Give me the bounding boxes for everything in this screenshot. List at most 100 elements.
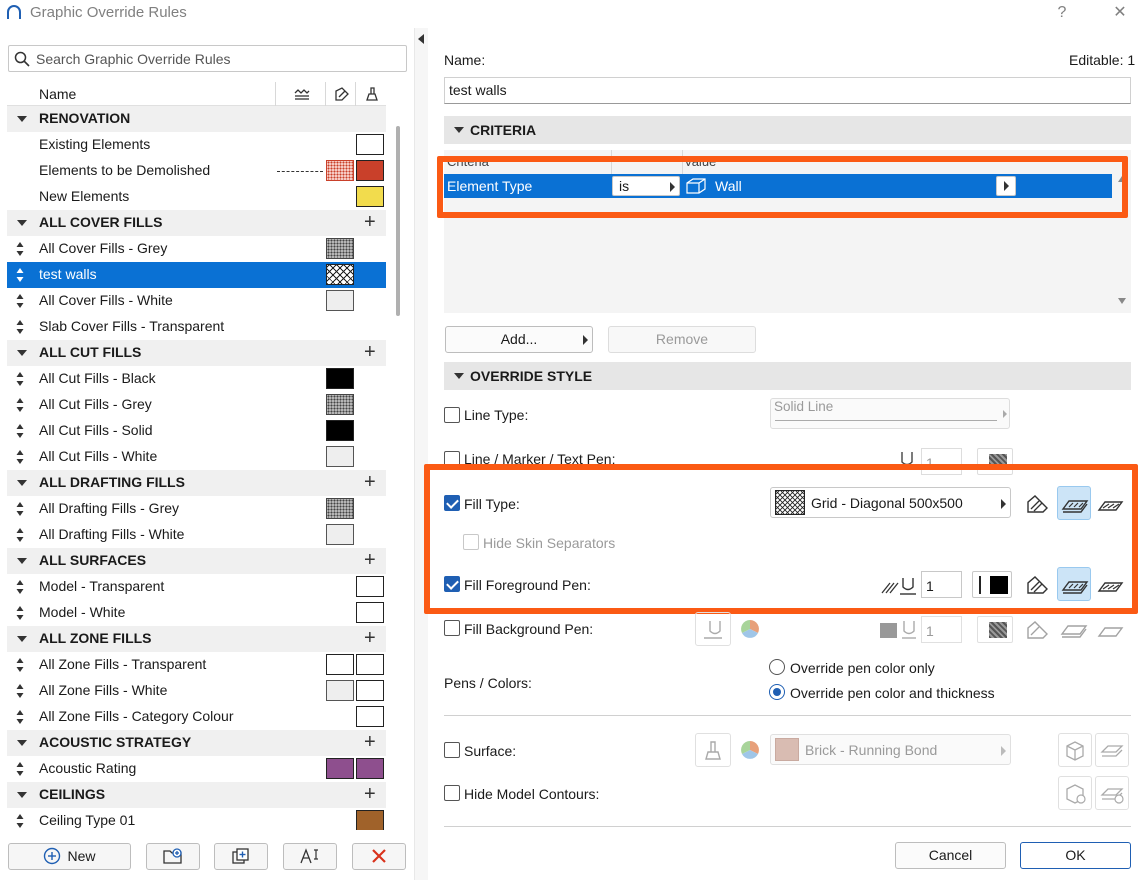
drafting-fill-icon[interactable] [1093,612,1127,646]
rule-row[interactable]: Elements to be Demolished [7,158,386,184]
light-swatch[interactable] [326,446,354,467]
drag-reorder-icon[interactable] [16,501,24,517]
drag-reorder-icon[interactable] [16,605,24,621]
new-rule-button[interactable]: New [8,843,131,870]
red-swatch[interactable] [356,160,384,181]
search-box[interactable] [8,45,407,72]
add-criteria-button[interactable]: Add... [445,326,593,353]
drag-reorder-icon[interactable] [16,683,24,699]
add-rule-plus-icon[interactable]: + [364,783,376,805]
drag-reorder-icon[interactable] [16,527,24,543]
rule-row[interactable]: All Drafting Fills - Grey [7,496,386,522]
new-folder-button[interactable] [146,843,200,870]
drag-reorder-icon[interactable] [16,579,24,595]
black-swatch[interactable] [326,420,354,441]
white-swatch[interactable] [356,654,384,675]
line-type-checkbox[interactable] [444,407,460,423]
purple-swatch[interactable] [356,758,384,779]
rule-group-row[interactable]: + ALL SURFACES [7,548,386,574]
column-header-name[interactable]: Name [39,86,76,102]
rule-group-row[interactable]: + ACOUSTIC STRATEGY [7,730,386,756]
white-swatch[interactable] [326,654,354,675]
light-swatch[interactable] [326,680,354,701]
surface-checkbox[interactable] [444,742,460,758]
rule-row[interactable]: Slab Cover Fills - Transparent [7,314,386,340]
rule-row[interactable]: All Cover Fills - Grey [7,236,386,262]
white-swatch[interactable] [356,576,384,597]
grey-dots-swatch[interactable] [326,238,354,259]
drag-reorder-icon[interactable] [16,449,24,465]
surface-column-icon[interactable] [363,85,381,103]
color-wheel-icon[interactable] [740,740,760,760]
override-color-only-radio[interactable] [769,659,785,675]
drag-reorder-icon[interactable] [16,267,24,283]
collapse-triangle-icon[interactable] [17,350,27,356]
override-style-column-icon[interactable] [333,85,351,103]
hide-model-contours-checkbox[interactable] [444,785,460,801]
rule-row[interactable]: All Cut Fills - Grey [7,392,386,418]
drag-reorder-icon[interactable] [16,293,24,309]
cut-fill-icon[interactable] [1021,612,1055,646]
rule-group-row[interactable]: + ALL CUT FILLS [7,340,386,366]
collapse-triangle-icon[interactable] [17,480,27,486]
surface-brush-picker[interactable] [695,733,731,767]
ok-button[interactable]: OK [1020,842,1131,869]
rule-row[interactable]: test walls [7,262,386,288]
drag-reorder-icon[interactable] [16,709,24,725]
surface-combo[interactable]: Brick - Running Bond [770,734,1011,765]
close-button[interactable]: ✕ [1109,2,1131,24]
add-rule-plus-icon[interactable]: + [364,731,376,753]
rule-row[interactable]: Existing Elements [7,132,386,158]
color-wheel-icon[interactable] [740,619,760,639]
rename-button[interactable] [283,843,337,870]
add-rule-plus-icon[interactable]: + [364,341,376,363]
fill-background-pen-checkbox[interactable] [444,620,460,636]
help-button[interactable]: ? [1051,2,1073,24]
light-swatch[interactable] [326,290,354,311]
add-rule-plus-icon[interactable]: + [364,211,376,233]
cover-fill-column-icon[interactable] [293,85,311,103]
cancel-button[interactable]: Cancel [895,842,1006,869]
black-swatch[interactable] [326,368,354,389]
white-swatch[interactable] [356,706,384,727]
collapse-triangle-icon[interactable] [17,792,27,798]
rule-row[interactable]: Acoustic Rating [7,756,386,782]
contours-section-toggle[interactable] [1095,776,1129,810]
rules-list[interactable]: RENOVATION Existing Elements Elements to b… [7,106,386,830]
scroll-down-icon[interactable] [1118,298,1126,304]
contours-3d-toggle[interactable] [1058,776,1092,810]
delete-button[interactable] [352,843,406,870]
brown-swatch[interactable] [356,810,384,830]
remove-criteria-button[interactable]: Remove [608,326,756,353]
rule-row[interactable]: Ceiling Type 01 [7,808,386,830]
rule-group-row[interactable]: + ALL COVER FILLS [7,210,386,236]
crosshatch-swatch[interactable] [326,264,354,285]
rule-row[interactable]: New Elements [7,184,386,210]
drag-reorder-icon[interactable] [16,813,24,829]
fill-background-pen-color[interactable] [977,616,1013,643]
light-swatch[interactable] [326,524,354,545]
drag-reorder-icon[interactable] [16,397,24,413]
cover-fill-icon[interactable] [1057,612,1091,646]
grey-dots-swatch[interactable] [326,394,354,415]
rule-group-row[interactable]: + ALL ZONE FILLS [7,626,386,652]
criteria-section-header[interactable]: CRITERIA [444,116,1131,144]
drag-reorder-icon[interactable] [16,423,24,439]
drag-reorder-icon[interactable] [16,761,24,777]
panel-splitter[interactable] [414,28,428,880]
collapse-triangle-icon[interactable] [17,116,27,122]
grey-dots-swatch[interactable] [326,498,354,519]
override-color-thickness-radio[interactable] [769,684,785,700]
fill-background-pen-number[interactable]: 1 [921,616,962,643]
rule-row[interactable]: All Cut Fills - White [7,444,386,470]
surface-3d-toggle[interactable] [1058,733,1092,767]
rule-row[interactable]: Model - White [7,600,386,626]
white-swatch[interactable] [356,680,384,701]
drag-reorder-icon[interactable] [16,371,24,387]
drag-reorder-icon[interactable] [16,241,24,257]
collapse-triangle-icon[interactable] [17,220,27,226]
pink-dots-swatch[interactable] [326,160,354,181]
rule-row[interactable]: All Cover Fills - White [7,288,386,314]
collapse-arrow-icon[interactable] [418,34,424,44]
rule-row[interactable]: All Zone Fills - White [7,678,386,704]
